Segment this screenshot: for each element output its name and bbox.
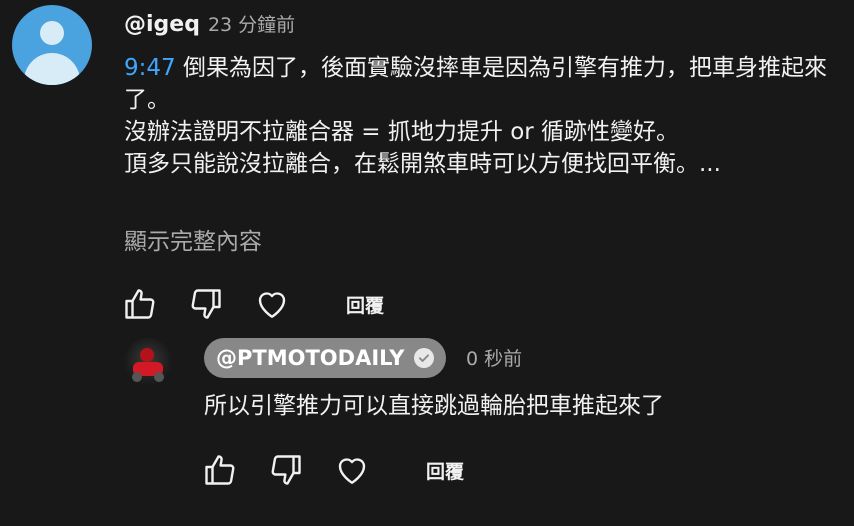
thumbs-up-icon bbox=[205, 455, 235, 485]
heart-icon bbox=[258, 292, 286, 318]
avatar-person-icon-head bbox=[40, 21, 64, 45]
reply-time[interactable]: 0 秒前 bbox=[466, 344, 522, 371]
heart-button[interactable] bbox=[252, 284, 292, 324]
comment-body: 9:47 倒果為因了，後面實驗沒摔車是因為引擎有推力，把車身推起來了。 沒辦法證… bbox=[124, 52, 836, 180]
reply-like-button[interactable] bbox=[200, 450, 240, 490]
commenter-avatar[interactable] bbox=[12, 5, 92, 85]
dislike-button[interactable] bbox=[186, 284, 226, 324]
comment-paragraph-1-text: 倒果為因了，後面實驗沒摔車是因為引擎有推力，把車身推起來了。 bbox=[124, 55, 827, 113]
heart-icon bbox=[338, 458, 366, 484]
thumbs-down-icon bbox=[271, 455, 301, 485]
reply-button[interactable]: 回覆 bbox=[346, 291, 384, 318]
channel-owner-avatar[interactable] bbox=[124, 338, 172, 386]
comment-paragraph-3: 頂多只能說沒拉離合，在鬆開煞車時可以方便找回平衡。... bbox=[124, 151, 721, 177]
commenter-handle[interactable]: @igeq bbox=[124, 12, 200, 37]
reply-reply-button[interactable]: 回覆 bbox=[426, 457, 464, 484]
thumbs-down-icon bbox=[191, 289, 221, 319]
reply-dislike-button[interactable] bbox=[266, 450, 306, 490]
comment-time[interactable]: 23 分鐘前 bbox=[208, 10, 295, 37]
avatar-wheel-shape bbox=[132, 372, 142, 382]
thumbs-up-icon bbox=[125, 289, 155, 319]
video-timestamp-link[interactable]: 9:47 bbox=[124, 55, 176, 81]
channel-owner-badge[interactable]: @PTMOTODAILY bbox=[204, 338, 447, 378]
verified-icon bbox=[414, 348, 435, 368]
comment-paragraph-1: 9:47 倒果為因了，後面實驗沒摔車是因為引擎有推力，把車身推起來了。 bbox=[124, 52, 836, 116]
avatar-wheel-shape bbox=[154, 372, 164, 382]
comment-header: @igeq 23 分鐘前 bbox=[124, 10, 295, 38]
reply-handle: @PTMOTODAILY bbox=[216, 346, 405, 370]
like-button[interactable] bbox=[120, 284, 160, 324]
reply-actions: 回覆 bbox=[200, 450, 464, 490]
avatar-person-icon-body bbox=[24, 53, 80, 85]
comment-paragraph-2: 沒辦法證明不拉離合器 = 抓地力提升 or 循跡性變好。 bbox=[124, 119, 680, 145]
avatar-rider-shape bbox=[140, 348, 154, 362]
show-more-button[interactable]: 顯示完整內容 bbox=[124, 222, 262, 256]
reply-body: 所以引擎推力可以直接跳過輪胎把車推起來了 bbox=[204, 393, 664, 419]
reply-heart-button[interactable] bbox=[332, 450, 372, 490]
comment-actions: 回覆 bbox=[120, 284, 384, 324]
